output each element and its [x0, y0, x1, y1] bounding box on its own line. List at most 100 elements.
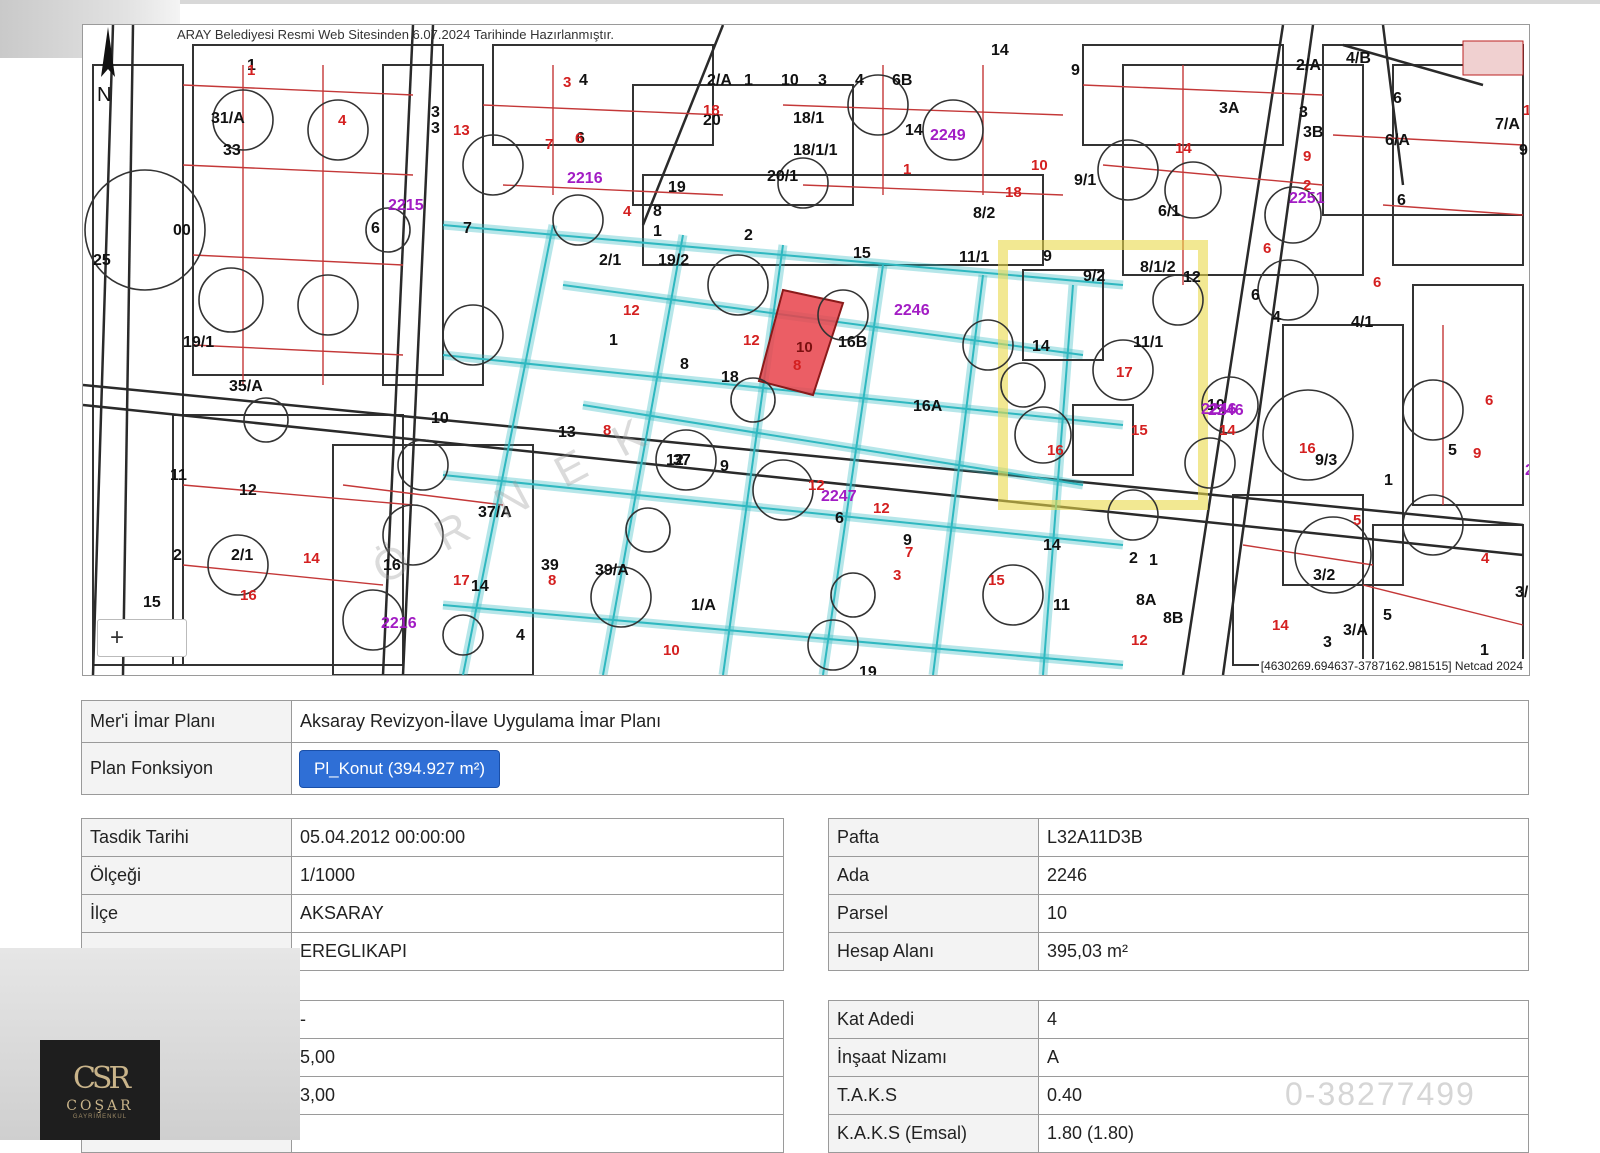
parcel-line: [802, 184, 1064, 196]
row-value: 1.80 (1.80): [1038, 1114, 1529, 1153]
building-number-label: 18: [703, 102, 720, 119]
building-number-label: 6: [575, 130, 583, 147]
function-badge[interactable]: Pl_Konut (394.927 m²): [300, 750, 500, 787]
parcel-number-label: 6: [1393, 90, 1402, 107]
building-number-label: 3: [893, 567, 901, 584]
parcel-line: [502, 184, 724, 196]
parcel-number-label: 1: [1149, 552, 1158, 569]
building-number-label: 3: [563, 74, 571, 91]
row-value: 3,00: [291, 1076, 784, 1115]
parcel-number-label: 8/1/2: [1140, 259, 1176, 276]
parcel-number-label: 3/1: [1515, 584, 1529, 601]
lot-symbol-circle: [207, 534, 269, 596]
parcel-line: [1082, 84, 1324, 96]
lot-symbol-circle: [198, 267, 264, 333]
parcel-number-label: 10: [431, 410, 449, 427]
phone-watermark: 0-38277499: [1285, 1076, 1476, 1112]
lot-symbol-circle: [1262, 389, 1354, 481]
plan-label: Mer'i İmar Planı: [81, 700, 292, 743]
road-centerline: [442, 604, 1124, 666]
parcel-number-label: 8: [653, 203, 662, 220]
row-label: Ölçeği: [81, 856, 292, 895]
parcel-number-label: 9: [1071, 62, 1080, 79]
parcel-number-label: 4/B: [1346, 50, 1371, 67]
parcel-number-label: 00: [173, 222, 191, 239]
building-number-label: 17: [1116, 364, 1133, 381]
logo-name: COŞAR: [66, 1097, 134, 1114]
parcel-number-label: 3: [431, 104, 440, 121]
building-number-label: 12: [1131, 632, 1148, 649]
table-row: Ölçeği 1/1000: [81, 856, 784, 895]
parcel-number-label: 14: [1032, 338, 1050, 355]
parcel-number-label: 1: [1384, 472, 1393, 489]
parcel-number-label: 8A: [1136, 592, 1157, 609]
parcel-number-label: 18/1/1: [793, 142, 838, 159]
map-canvas: 149 2/A 4/B13431/A333620 18/118/1/1143A 33B 6…: [83, 25, 1529, 675]
parcel-number-label: 37: [673, 452, 691, 469]
parcel-number-label: 14: [905, 122, 923, 139]
parcel-number-label: 4/1: [1351, 314, 1373, 331]
parcel-number-label: 16B: [838, 334, 867, 351]
table-row: İlçe AKSARAY: [81, 894, 784, 933]
block-number-label: 2247: [821, 488, 857, 505]
parcel-line: [782, 104, 1064, 116]
building-number-label: 7: [545, 136, 553, 153]
parcel-number-label: 4: [579, 72, 588, 89]
block-outline: [1412, 284, 1524, 506]
parcel-number-label: 2: [173, 547, 182, 564]
parcel-number-label: 6/A: [1385, 132, 1410, 149]
lot-symbol-circle: [307, 99, 369, 161]
table-row: Mer'i İmar Planı Aksaray Revizyon-İlave …: [81, 700, 1529, 743]
company-logo: CSR COŞAR GAYRİMENKUL: [40, 1040, 160, 1140]
parcel-number-label: 9/2: [1083, 268, 1105, 285]
row-label: T.A.K.S: [828, 1076, 1039, 1115]
building-number-label: 12: [873, 500, 890, 517]
lot-symbol-circle: [1257, 259, 1319, 321]
parcel-number-label: 3: [1323, 634, 1332, 651]
parcel-number-label: 3: [1299, 104, 1308, 121]
parcel-number-label: 7: [463, 220, 472, 237]
block-outline: [172, 414, 404, 666]
top-divider: [180, 0, 1600, 4]
block-number-label: 2246: [894, 302, 930, 319]
building-number-label: 4: [623, 203, 632, 220]
parcel-number-label: 5: [1448, 442, 1457, 459]
row-value: [291, 1114, 784, 1153]
building-number-label: 6: [1373, 274, 1381, 291]
parcel-number-label: 1: [1480, 642, 1489, 659]
selected-parcel-label: 10: [796, 339, 813, 356]
parcel-line: [192, 344, 404, 356]
parcel-number-label: 1: [653, 223, 662, 240]
block-outline: [1392, 64, 1524, 266]
building-number-label: 16: [1047, 442, 1064, 459]
block-number-label: 2249: [930, 127, 966, 144]
block-number-label: 2251: [1289, 190, 1325, 207]
parcel-number-label: 6/1: [1158, 203, 1180, 220]
parcel-number-label: 19/2: [658, 252, 689, 269]
parcel-number-label: 1: [744, 72, 753, 89]
parcel-number-label: 3: [818, 72, 827, 89]
parcel-number-label: 13: [558, 424, 576, 441]
row-value: -: [291, 1000, 784, 1039]
parcel-number-label: 6: [835, 510, 844, 527]
zoning-map[interactable]: 14 9 2/A 4/B 1 3 4 31/A 33 3 6 20 18/1 18/1/1 14 3A 3 3B 6…: [82, 24, 1530, 676]
parcel-number-label: 11: [170, 467, 187, 484]
parcel-number-label: 12: [1183, 269, 1201, 286]
zoom-in-button[interactable]: +: [97, 619, 187, 657]
table-row: İnşaat Nizamı A: [828, 1038, 1529, 1077]
building-outline: [1072, 404, 1134, 476]
block-number-label: 2215: [388, 197, 424, 214]
building-number-label: 15: [988, 572, 1005, 589]
row-value: 5,00: [291, 1038, 784, 1077]
parcel-number-label: 25: [93, 252, 111, 269]
parcel-line: [482, 104, 724, 116]
row-label: Pafta: [828, 818, 1039, 857]
row-value: 4: [1038, 1000, 1529, 1039]
parcel-number-label: 11/1: [959, 249, 989, 266]
building-number-label: 14: [1175, 140, 1192, 157]
building-number-label: 17: [1523, 102, 1529, 119]
parcel-number-label: 9/1: [1074, 172, 1096, 189]
building-number-label: 10: [663, 642, 680, 659]
building-number-label: 10: [1031, 157, 1048, 174]
north-label: N: [97, 84, 111, 105]
